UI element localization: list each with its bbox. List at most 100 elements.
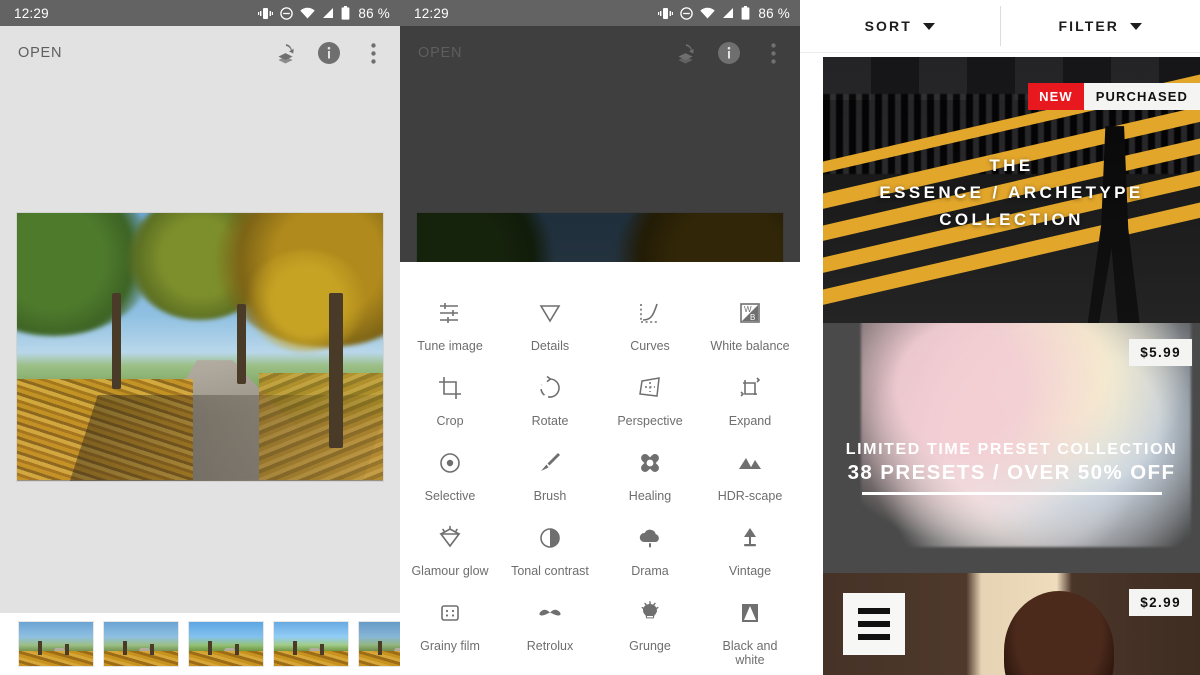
tool-crop[interactable]: Crop bbox=[400, 361, 500, 436]
undo-stack-icon[interactable] bbox=[670, 38, 700, 68]
half-circle-icon bbox=[537, 523, 563, 553]
curve-icon bbox=[637, 298, 663, 328]
store-card-list[interactable]: NEW PURCHASED THE ESSENCE / ARCHETYPE CO… bbox=[823, 57, 1200, 675]
appbar-actions bbox=[670, 38, 788, 68]
battery-percent: 86 % bbox=[358, 5, 390, 21]
tool-curves[interactable]: Curves bbox=[600, 286, 700, 361]
tool-rotate[interactable]: Rotate bbox=[500, 361, 600, 436]
tool-healing[interactable]: Healing bbox=[600, 436, 700, 511]
tool-label: Retrolux bbox=[526, 639, 574, 653]
panel-editor: 12:29 86 % OPEN bbox=[0, 0, 400, 675]
tool-black-and-white[interactable]: Black and white bbox=[700, 586, 800, 675]
tool-grunge[interactable]: Grunge bbox=[600, 586, 700, 675]
chevron-down-icon bbox=[922, 22, 935, 30]
undo-stack-icon[interactable] bbox=[270, 38, 300, 68]
tool-perspective[interactable]: Perspective bbox=[600, 361, 700, 436]
tool-tune-image[interactable]: Tune image bbox=[400, 286, 500, 361]
card-title: THE ESSENCE / ARCHETYPE COLLECTION bbox=[823, 152, 1200, 233]
tool-label: Grainy film bbox=[420, 639, 480, 653]
tool-retrolux[interactable]: Retrolux bbox=[500, 586, 600, 675]
tool-label: Selective bbox=[424, 489, 476, 503]
tool-grainy-film[interactable]: Grainy film bbox=[400, 586, 500, 675]
tool-label: Expand bbox=[728, 414, 772, 428]
info-icon[interactable] bbox=[314, 38, 344, 68]
wifi-icon bbox=[700, 7, 716, 19]
do-not-disturb-icon bbox=[280, 6, 294, 20]
card-title: LIMITED TIME PRESET COLLECTION 38 PRESET… bbox=[823, 441, 1200, 495]
thumbnail-filmstrip[interactable] bbox=[0, 613, 400, 675]
tool-label: Glamour glow bbox=[411, 564, 489, 578]
diamond-glow-icon bbox=[437, 523, 463, 553]
vibrate-icon bbox=[258, 7, 274, 19]
filter-dropdown[interactable]: FILTER bbox=[1001, 0, 1200, 52]
tool-vintage[interactable]: Vintage bbox=[700, 511, 800, 586]
tool-details[interactable]: Details bbox=[500, 286, 600, 361]
tool-label: Curves bbox=[630, 339, 670, 353]
tool-label: Perspective bbox=[617, 414, 683, 428]
edited-photo[interactable] bbox=[16, 211, 384, 482]
battery-percent: 86 % bbox=[758, 5, 790, 21]
title-underline bbox=[861, 492, 1162, 495]
status-clock: 12:29 bbox=[414, 5, 449, 21]
grain-square-icon bbox=[437, 598, 463, 628]
status-clock: 12:29 bbox=[14, 5, 49, 21]
list-item[interactable] bbox=[188, 621, 264, 667]
status-icons: 86 % bbox=[658, 6, 790, 21]
store-card-portrait-pack[interactable]: $2.99 bbox=[823, 573, 1200, 675]
filter-label: FILTER bbox=[1058, 18, 1120, 34]
tool-white-balance[interactable]: W B White balance bbox=[700, 286, 800, 361]
open-button[interactable]: OPEN bbox=[18, 45, 62, 61]
store-toolbar: SORT FILTER bbox=[800, 0, 1200, 53]
photo-canopy-right2 bbox=[243, 250, 369, 352]
tool-glamour-glow[interactable]: Glamour glow bbox=[400, 511, 500, 586]
rotate-icon bbox=[537, 373, 563, 403]
menu-bar bbox=[858, 634, 890, 640]
overflow-menu-icon[interactable] bbox=[358, 38, 388, 68]
tool-hdr-scape[interactable]: HDR-scape bbox=[700, 436, 800, 511]
expand-icon bbox=[737, 373, 763, 403]
tool-tonal-contrast[interactable]: Tonal contrast bbox=[500, 511, 600, 586]
three-panel-screenshot: 12:29 86 % OPEN 12:29 86 % OPEN Tune ima… bbox=[0, 0, 1200, 675]
selective-target-icon bbox=[437, 448, 463, 478]
store-card-limited-time-preset[interactable]: $5.99 LIMITED TIME PRESET COLLECTION 38 … bbox=[823, 323, 1200, 573]
status-bar: 12:29 86 % bbox=[400, 0, 800, 26]
tool-label: Rotate bbox=[531, 414, 569, 428]
sort-dropdown[interactable]: SORT bbox=[800, 0, 1000, 52]
info-icon[interactable] bbox=[714, 38, 744, 68]
store-card-essence-archetype[interactable]: NEW PURCHASED THE ESSENCE / ARCHETYPE CO… bbox=[823, 57, 1200, 323]
list-item[interactable] bbox=[18, 621, 94, 667]
menu-bar bbox=[858, 621, 890, 627]
mountains-icon bbox=[737, 448, 763, 478]
card-title-line2: 38 PRESETS / OVER 50% OFF bbox=[847, 461, 1176, 484]
tool-expand[interactable]: Expand bbox=[700, 361, 800, 436]
list-item[interactable] bbox=[358, 621, 400, 667]
list-item[interactable] bbox=[103, 621, 179, 667]
lamp-icon bbox=[737, 523, 763, 553]
hamburger-menu-icon[interactable] bbox=[843, 593, 905, 655]
tool-selective[interactable]: Selective bbox=[400, 436, 500, 511]
tool-brush[interactable]: Brush bbox=[500, 436, 600, 511]
vibrate-icon bbox=[658, 7, 674, 19]
tool-label: Tune image bbox=[417, 339, 483, 353]
tool-label: Grunge bbox=[629, 639, 671, 653]
moustache-icon bbox=[537, 598, 563, 628]
tool-drama[interactable]: Drama bbox=[600, 511, 700, 586]
open-button[interactable]: OPEN bbox=[418, 45, 462, 61]
editor-workspace-dimmed: OPEN Tune image Details Curves W B White… bbox=[400, 26, 800, 675]
tool-label: Black and white bbox=[722, 639, 778, 667]
tool-label: White balance bbox=[710, 339, 790, 353]
healing-bandage-icon bbox=[637, 448, 663, 478]
white-balance-icon: W B bbox=[737, 298, 763, 328]
svg-text:B: B bbox=[750, 313, 755, 322]
list-item[interactable] bbox=[273, 621, 349, 667]
status-bar: 12:29 86 % bbox=[0, 0, 400, 26]
triangle-down-icon bbox=[537, 298, 563, 328]
editor-workspace: OPEN bbox=[0, 26, 400, 675]
tool-label: Drama bbox=[631, 564, 669, 578]
tool-label: Tonal contrast bbox=[511, 564, 589, 578]
photo-canvas[interactable] bbox=[0, 80, 400, 613]
overflow-menu-icon[interactable] bbox=[758, 38, 788, 68]
appbar-actions bbox=[270, 38, 388, 68]
tool-label: HDR-scape bbox=[717, 489, 783, 503]
chevron-down-icon bbox=[1130, 22, 1143, 30]
